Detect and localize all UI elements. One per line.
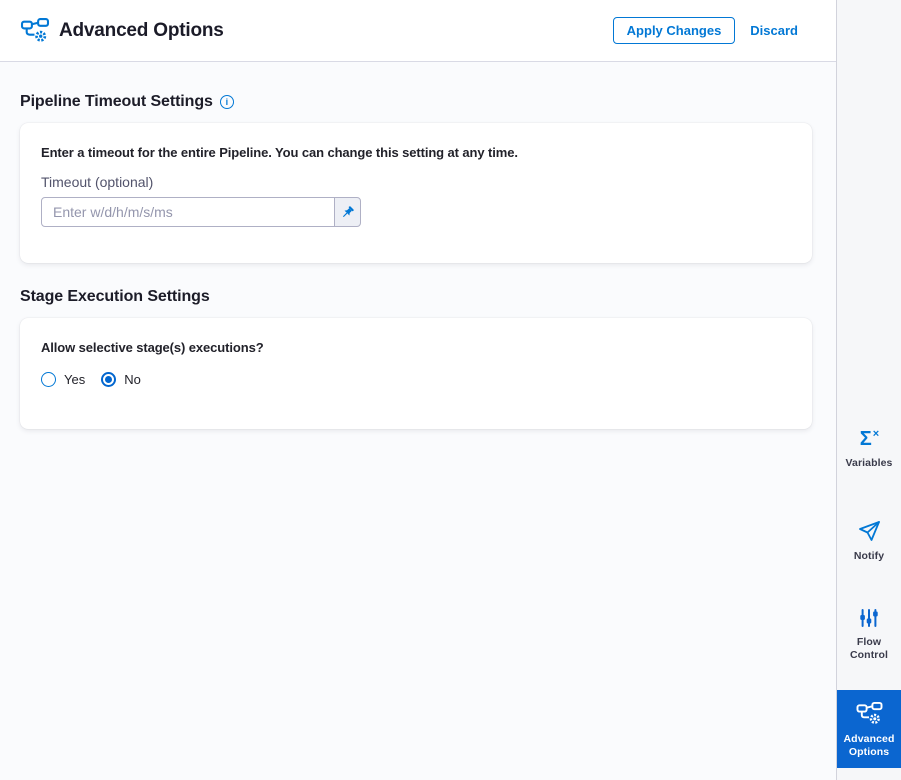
radio-no-label: No xyxy=(124,372,141,387)
selective-stages-question: Allow selective stage(s) executions? xyxy=(41,340,264,355)
sidebar-item-label: Variables xyxy=(845,457,893,469)
pipeline-gear-icon xyxy=(856,701,883,726)
sidebar-item-label: Control xyxy=(849,649,889,661)
panel-header: Advanced Options Apply Changes Discard xyxy=(0,0,836,62)
stage-execution-card: Allow selective stage(s) executions? Yes… xyxy=(20,318,812,429)
timeout-input[interactable] xyxy=(41,197,335,227)
radio-yes[interactable] xyxy=(41,372,56,387)
apply-changes-button[interactable]: Apply Changes xyxy=(612,17,736,44)
sliders-icon xyxy=(858,607,880,629)
timeout-input-group xyxy=(41,197,361,227)
sidebar-item-label: Flow xyxy=(856,636,882,648)
pin-button[interactable] xyxy=(334,197,361,227)
info-icon[interactable]: i xyxy=(219,95,234,109)
radio-no[interactable] xyxy=(101,372,117,387)
stage-execution-heading-text: Stage Execution Settings xyxy=(20,288,210,305)
discard-button[interactable]: Discard xyxy=(750,23,798,38)
radio-dot xyxy=(105,376,113,383)
pin-icon xyxy=(340,205,355,220)
sidebar-item-label: Notify xyxy=(853,550,885,562)
page-title: Advanced Options xyxy=(59,19,224,41)
selective-stages-radio-group: Yes No xyxy=(41,372,791,387)
pipeline-timeout-heading-text: Pipeline Timeout Settings xyxy=(20,93,213,110)
stage-execution-heading: Stage Execution Settings xyxy=(20,288,812,306)
sigma-x-icon: Σ × xyxy=(859,428,880,450)
timeout-description: Enter a timeout for the entire Pipeline.… xyxy=(41,145,518,160)
right-toolbar: Σ × Variables Notify Flow Control Advanc… xyxy=(836,0,901,780)
sidebar-item-label: Options xyxy=(848,745,890,758)
sidebar-item-advanced-options[interactable]: Advanced Options xyxy=(837,690,901,768)
sidebar-item-flow-control[interactable]: Flow Control xyxy=(837,607,901,661)
panel-content: Pipeline Timeout Settings i Enter a time… xyxy=(0,62,836,780)
sidebar-item-variables[interactable]: Σ × Variables xyxy=(837,428,901,469)
pipeline-advanced-icon xyxy=(20,17,50,44)
pipeline-timeout-heading: Pipeline Timeout Settings i xyxy=(20,93,812,111)
sidebar-item-label: Advanced xyxy=(843,732,895,745)
timeout-field-label: Timeout (optional) xyxy=(41,174,154,190)
pipeline-timeout-card: Enter a timeout for the entire Pipeline.… xyxy=(20,123,812,263)
sidebar-item-notify[interactable]: Notify xyxy=(837,519,901,562)
paper-plane-icon xyxy=(857,519,881,543)
radio-yes-label: Yes xyxy=(64,372,86,387)
advanced-options-panel: Advanced Options Apply Changes Discard P… xyxy=(0,0,836,780)
